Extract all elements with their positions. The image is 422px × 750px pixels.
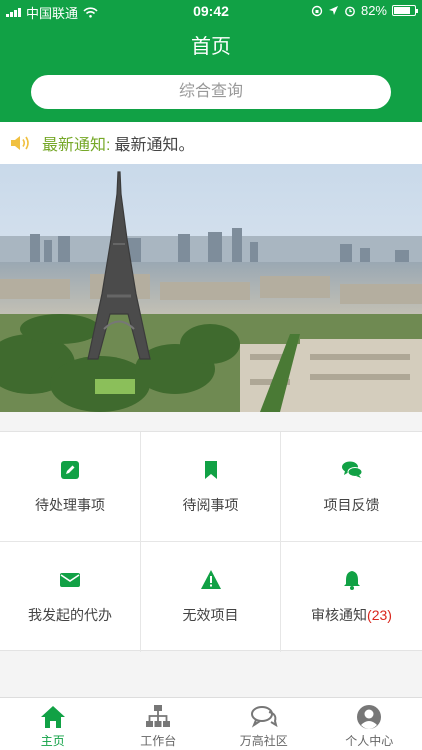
tab-label: 主页 bbox=[40, 734, 65, 748]
menu-my-initiated[interactable]: 我发起的代办 bbox=[0, 542, 141, 652]
alarm-icon bbox=[345, 6, 355, 16]
tab-label: 工作台 bbox=[140, 734, 177, 748]
bell-icon bbox=[343, 571, 360, 590]
battery-fill bbox=[394, 7, 411, 14]
warning-icon bbox=[200, 570, 221, 589]
speaker-icon bbox=[11, 136, 29, 150]
tab-label: 个人中心 bbox=[345, 734, 394, 748]
sitemap-icon bbox=[146, 705, 171, 727]
menu-label: 待处理事项 bbox=[35, 496, 105, 513]
tab-profile[interactable]: 个人中心 bbox=[317, 698, 422, 750]
battery-icon bbox=[392, 5, 418, 16]
menu-pending-items[interactable]: 待处理事项 bbox=[0, 432, 141, 542]
menu-grid: 待处理事项 待阅事项 项目反馈 我发起的代办 无效项目 审核通知(23) bbox=[0, 431, 422, 652]
bottom-tab-bar: 主页 工作台 万高社区 个人中心 bbox=[0, 697, 422, 750]
menu-invalid-projects[interactable]: 无效项目 bbox=[141, 542, 281, 652]
tab-workbench[interactable]: 工作台 bbox=[106, 698, 212, 750]
tab-label: 万高社区 bbox=[239, 734, 288, 748]
status-bar: 中国联通 09:42 82% bbox=[0, 0, 422, 22]
menu-to-read[interactable]: 待阅事项 bbox=[141, 432, 281, 542]
tab-home[interactable]: 主页 bbox=[0, 698, 106, 750]
rotation-lock-icon bbox=[311, 5, 323, 16]
banner-carousel[interactable] bbox=[0, 164, 422, 412]
envelope-icon bbox=[60, 573, 80, 587]
menu-project-feedback[interactable]: 项目反馈 bbox=[281, 432, 422, 542]
status-right: 82% bbox=[311, 3, 418, 18]
menu-label: 项目反馈 bbox=[323, 496, 380, 513]
page-title: 首页 bbox=[191, 36, 231, 58]
edit-icon bbox=[61, 460, 79, 479]
notice-bar[interactable]: 最新通知: 最新通知。 bbox=[0, 122, 422, 164]
app-header: 中国联通 09:42 82% 首页 综合查询 bbox=[0, 0, 422, 122]
notice-text: 最新通知。 bbox=[114, 137, 195, 154]
chat-icon bbox=[250, 706, 278, 728]
notice-label: 最新通知: bbox=[42, 137, 111, 154]
menu-label-text: 审核通知 bbox=[311, 607, 368, 623]
review-count-badge: (23) bbox=[367, 607, 392, 623]
menu-label: 无效项目 bbox=[182, 607, 239, 623]
battery-percent: 82% bbox=[360, 3, 387, 18]
user-icon bbox=[357, 705, 382, 729]
search-input[interactable]: 综合查询 bbox=[31, 75, 391, 109]
comments-icon bbox=[341, 461, 362, 478]
menu-label: 我发起的代办 bbox=[28, 607, 112, 623]
home-icon bbox=[40, 706, 65, 728]
tab-community[interactable]: 万高社区 bbox=[211, 698, 317, 750]
bookmark-icon bbox=[204, 460, 217, 479]
location-icon bbox=[328, 6, 338, 15]
menu-label: 待阅事项 bbox=[182, 496, 239, 513]
menu-label: 审核通知(23) bbox=[311, 605, 392, 625]
menu-review-notice[interactable]: 审核通知(23) bbox=[281, 542, 422, 652]
paris-eiffel-tower-photo bbox=[0, 164, 422, 412]
